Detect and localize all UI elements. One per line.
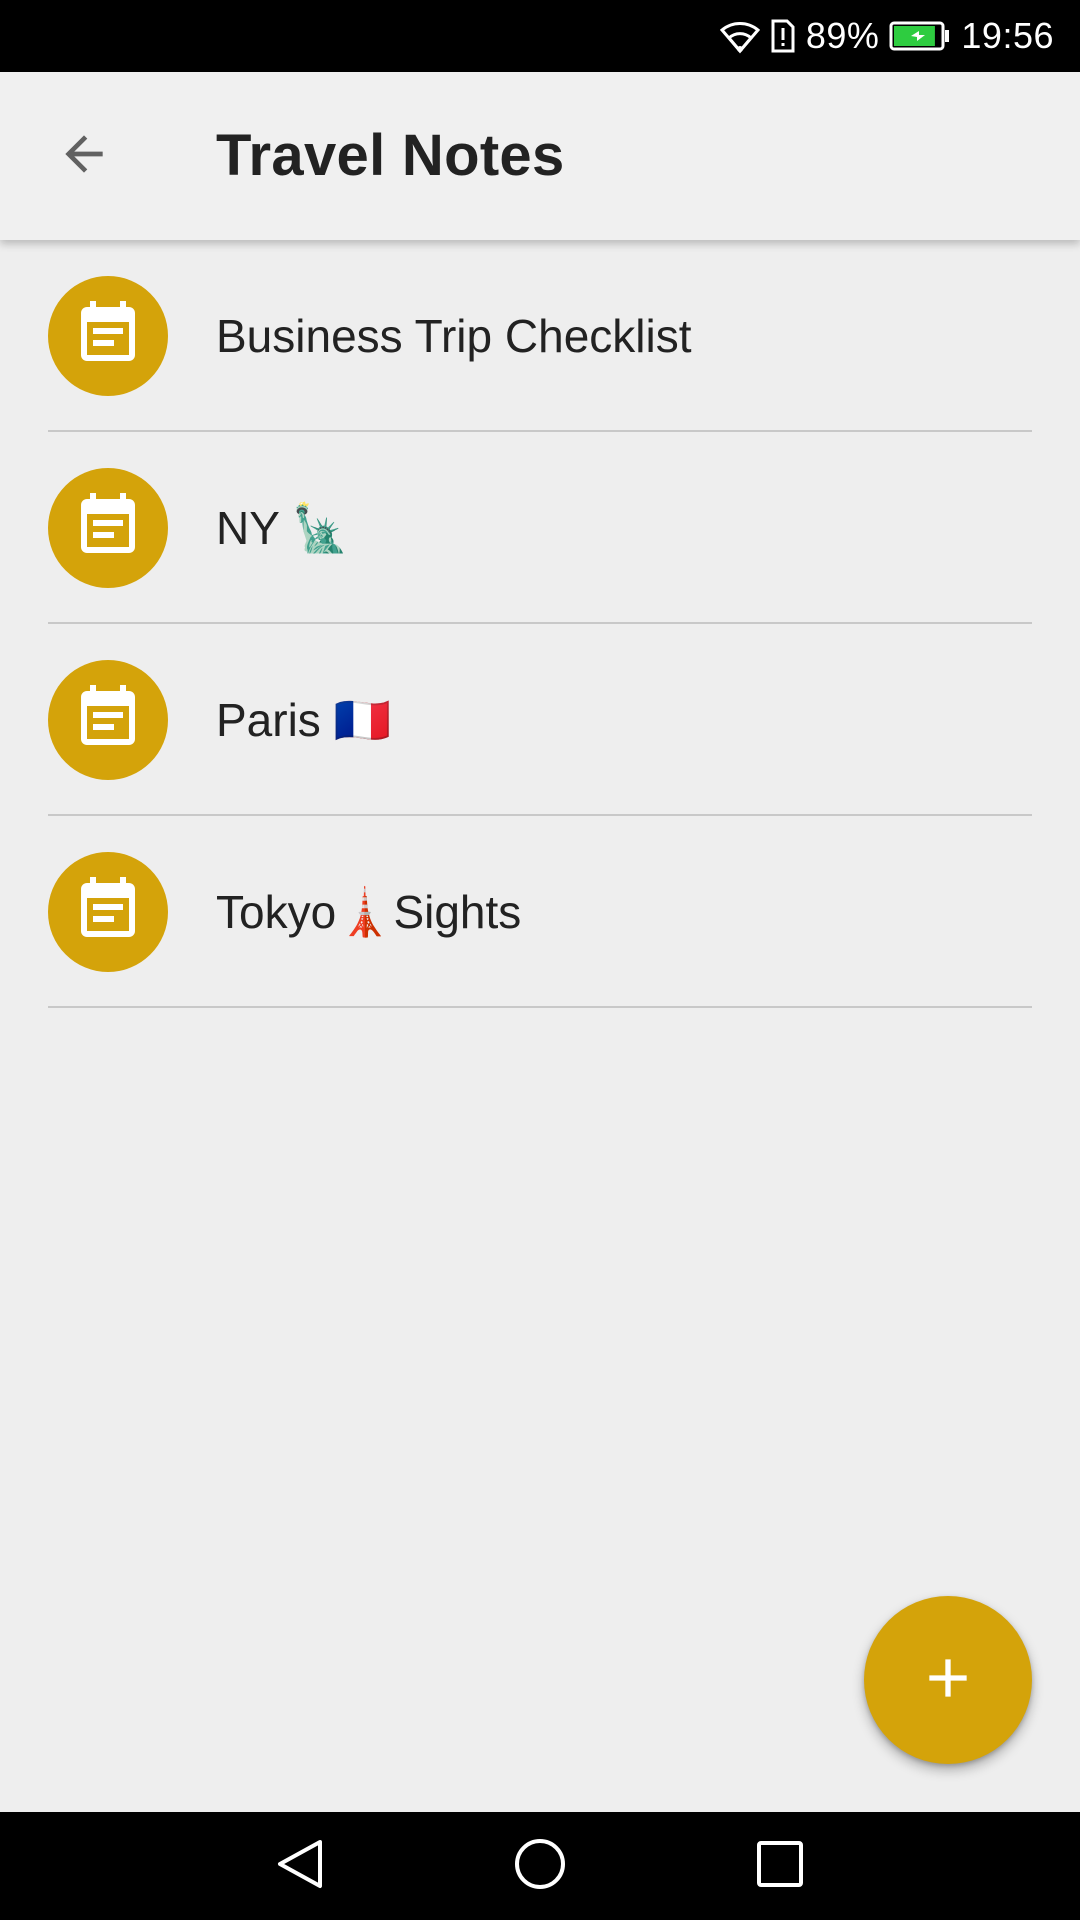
status-bar: 89% 19:56 — [0, 0, 1080, 72]
back-button[interactable] — [36, 108, 132, 204]
arrow-back-icon — [56, 126, 112, 187]
clock: 19:56 — [961, 15, 1054, 56]
battery-charging-icon — [889, 21, 951, 51]
plus-icon — [916, 1646, 980, 1715]
note-title: Paris 🇫🇷 — [216, 694, 391, 746]
note-calendar-icon — [72, 682, 144, 759]
wifi-icon — [719, 18, 760, 54]
list-item[interactable]: Business Trip Checklist — [0, 240, 1080, 432]
note-avatar — [48, 660, 168, 780]
list-item[interactable]: Tokyo🗼Sights — [0, 816, 1080, 1008]
nav-home-button[interactable] — [480, 1812, 600, 1920]
battery-percent: 89% — [805, 15, 880, 56]
page-title: Travel Notes — [216, 123, 565, 188]
note-title: NY 🗽 — [216, 502, 350, 554]
note-avatar — [48, 276, 168, 396]
note-avatar — [48, 468, 168, 588]
note-calendar-icon — [72, 298, 144, 375]
note-title: Business Trip Checklist — [216, 310, 692, 362]
note-calendar-icon — [72, 490, 144, 567]
nav-recents-icon — [752, 1836, 808, 1897]
nav-home-icon — [512, 1836, 568, 1897]
app-bar: Travel Notes — [0, 72, 1080, 240]
list-item[interactable]: NY 🗽 — [0, 432, 1080, 624]
nav-recents-button[interactable] — [720, 1812, 840, 1920]
note-avatar — [48, 852, 168, 972]
note-title: Tokyo🗼Sights — [216, 886, 522, 938]
note-calendar-icon — [72, 874, 144, 951]
add-note-button[interactable] — [864, 1596, 1032, 1764]
notes-list: Business Trip Checklist NY 🗽 Paris 🇫🇷 To… — [0, 240, 1080, 1008]
navigation-bar — [0, 1812, 1080, 1920]
nav-back-button[interactable] — [240, 1812, 360, 1920]
sim-alert-icon — [770, 18, 796, 54]
nav-back-icon — [272, 1836, 328, 1897]
list-item[interactable]: Paris 🇫🇷 — [0, 624, 1080, 816]
